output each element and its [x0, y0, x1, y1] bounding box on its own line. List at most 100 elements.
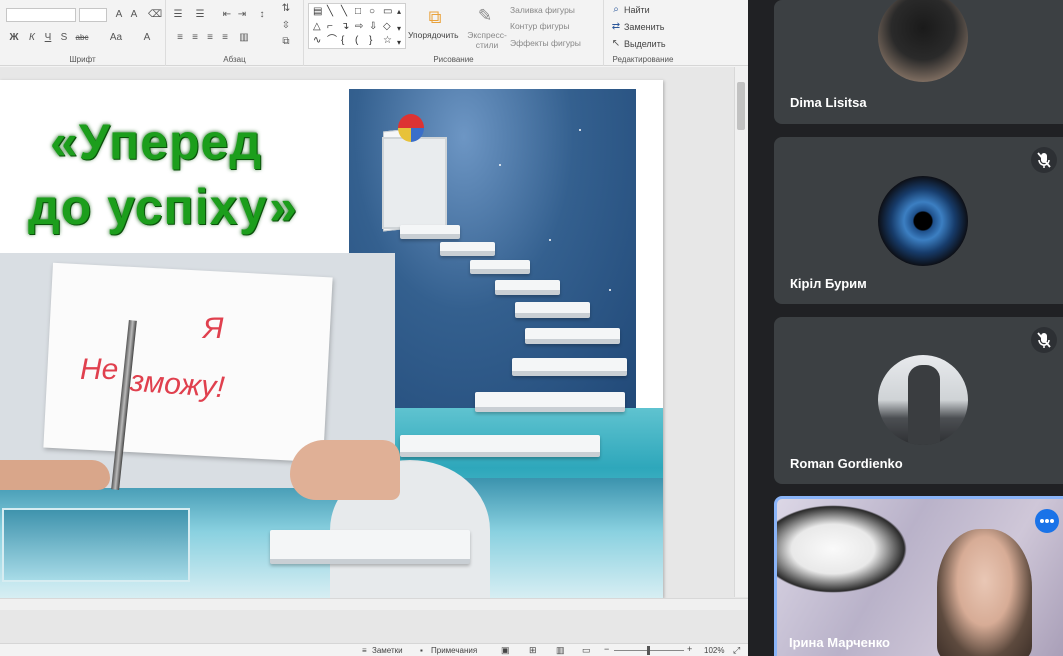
slide-sorter-icon[interactable]: ⊞ [529, 645, 537, 656]
arc-shape-icon[interactable]: ⌒ [327, 36, 337, 46]
gallery-more-icon[interactable]: ▾ [397, 38, 401, 48]
line-spacing-icon[interactable]: ↕ [256, 9, 268, 21]
drawing-group-label: Рисование [433, 55, 474, 64]
triangle-shape-icon[interactable]: △ [313, 22, 321, 32]
vertical-scrollbar[interactable] [734, 67, 748, 597]
horizontal-scrollbar[interactable] [0, 598, 748, 610]
replace-icon[interactable]: ⇄ [610, 21, 622, 33]
butterfly-decoration-image [777, 499, 917, 599]
find-button[interactable]: Найти [624, 5, 650, 15]
zoom-slider-thumb[interactable] [647, 646, 650, 655]
gallery-scroll-down-icon[interactable]: ▾ [397, 24, 401, 34]
participant-tile[interactable]: Roman Gordienko [774, 317, 1063, 484]
zoom-level[interactable]: 102% [704, 646, 724, 655]
bullets-icon[interactable]: ☰ [172, 9, 184, 21]
hooded-figure-image [908, 365, 940, 445]
brace-left-shape-icon[interactable]: { [341, 36, 344, 46]
quick-styles-icon[interactable]: ✎ [474, 5, 496, 27]
align-left-icon[interactable]: ≡ [174, 32, 186, 44]
bold-button[interactable]: Ж [8, 32, 20, 44]
participant-tile[interactable]: Dima Lisitsa [774, 0, 1063, 124]
strikethrough-button[interactable]: abc [73, 32, 91, 44]
flowchart-shape-icon[interactable]: ◇ [383, 22, 391, 32]
numbering-icon[interactable]: ☰ [194, 9, 206, 21]
fit-slide-icon[interactable]: ⤢ [733, 645, 740, 656]
justify-icon[interactable]: ≡ [219, 32, 231, 44]
connector-icon[interactable]: ↴ [341, 22, 349, 32]
rounded-rect-shape-icon[interactable]: ▭ [383, 7, 392, 17]
stair-step [440, 242, 495, 256]
shapes-gallery[interactable]: ▤ ╲ ╲ □ ○ ▭ △ ⌐ ↴ ⇨ ⇩ ◇ ∿ ⌒ { ( } ☆ ▴ ▾ … [308, 3, 406, 49]
italic-button[interactable]: К [26, 32, 38, 44]
columns-icon[interactable]: ▥ [238, 32, 250, 44]
font-name-input[interactable] [6, 8, 76, 22]
smartart-icon[interactable]: ⧉ [280, 36, 292, 48]
more-options-icon[interactable] [1035, 509, 1059, 533]
notes-icon[interactable]: ≡ [362, 646, 367, 655]
comments-button[interactable]: Примечания [431, 646, 477, 655]
font-color-button[interactable]: A [141, 32, 153, 44]
find-icon[interactable]: ⌕ [610, 4, 622, 16]
star [549, 239, 551, 241]
underline-button[interactable]: Ч [42, 32, 54, 44]
line-shape-icon-2[interactable]: ╲ [341, 7, 347, 17]
text-direction-icon[interactable]: ⇅ [280, 3, 292, 15]
increase-indent-icon[interactable]: ⇥ [236, 9, 248, 21]
font-group: A A ⌫ Ж К Ч S abc Aa A Шрифт [0, 0, 166, 66]
shape-fill-button[interactable]: Заливка фигуры [510, 5, 575, 15]
curve-shape-icon[interactable]: ∿ [313, 36, 321, 46]
participant-video-tile[interactable]: Ірина Марченко [774, 496, 1063, 656]
down-arrow-shape-icon[interactable]: ⇩ [369, 22, 377, 32]
stair-step [515, 302, 590, 318]
arrange-button[interactable]: Упорядочить [408, 30, 459, 40]
shape-outline-button[interactable]: Контур фигуры [510, 21, 569, 31]
stair-step [475, 392, 625, 412]
font-size-input[interactable] [79, 8, 107, 22]
zoom-in-icon[interactable]: + [687, 644, 692, 654]
mic-muted-icon [1031, 147, 1057, 173]
select-icon[interactable]: ↖ [610, 38, 622, 50]
slideshow-icon[interactable]: ▭ [582, 645, 591, 656]
align-text-icon[interactable]: ⇳ [280, 20, 292, 32]
reading-view-icon[interactable]: ▥ [556, 645, 565, 656]
comments-icon[interactable]: ▪ [420, 646, 423, 655]
star-shape-icon[interactable]: ☆ [383, 36, 392, 46]
powerpoint-window: A A ⌫ Ж К Ч S abc Aa A Шрифт ☰ ☰ ⇤ ⇥ ↕ ⇅… [0, 0, 748, 656]
note-text-zmozhu: зможу! [128, 364, 226, 405]
clear-format-icon[interactable]: ⌫ [148, 9, 162, 21]
arrange-icon[interactable]: ⧉ [424, 6, 446, 28]
normal-view-icon[interactable]: ▣ [501, 645, 510, 656]
participant-name: Ірина Марченко [789, 635, 890, 650]
select-button[interactable]: Выделить [624, 39, 666, 49]
status-bar: ≡ Заметки ▪ Примечания ▣ ⊞ ▥ ▭ − + 102% … [0, 643, 748, 656]
stair-step [400, 435, 600, 457]
zoom-out-icon[interactable]: − [604, 644, 609, 654]
right-arrow-shape-icon[interactable]: ⇨ [355, 22, 363, 32]
vertical-scroll-thumb[interactable] [737, 82, 745, 130]
slide-title-line2[interactable]: до успіху» [28, 178, 298, 236]
quick-styles-button[interactable]: Экспресс-стили [467, 30, 507, 50]
decrease-indent-icon[interactable]: ⇤ [221, 9, 233, 21]
align-right-icon[interactable]: ≡ [204, 32, 216, 44]
elbow-connector-icon[interactable]: ⌐ [327, 22, 333, 32]
notes-button[interactable]: Заметки [372, 646, 403, 655]
change-case-button[interactable]: Aa [108, 32, 124, 44]
doorway-image [382, 137, 447, 229]
shape-effects-button[interactable]: Эффекты фигуры [510, 38, 581, 48]
rectangle-shape-icon[interactable]: □ [355, 7, 361, 17]
brace-right-shape-icon[interactable]: } [369, 36, 372, 46]
grow-font-icon[interactable]: A [113, 9, 125, 21]
shrink-font-icon[interactable]: A [128, 9, 140, 21]
align-center-icon[interactable]: ≡ [189, 32, 201, 44]
participant-name: Кіріл Бурим [790, 276, 867, 291]
textbox-shape-icon[interactable]: ▤ [313, 7, 322, 17]
line-shape-icon[interactable]: ╲ [327, 7, 333, 17]
shadow-button[interactable]: S [58, 32, 70, 44]
replace-button[interactable]: Заменить [624, 22, 664, 32]
paren-shape-icon[interactable]: ( [355, 36, 358, 46]
slide[interactable]: Я Не зможу! «Уперед до успіху» [0, 80, 663, 598]
oval-shape-icon[interactable]: ○ [369, 7, 375, 17]
gallery-scroll-up-icon[interactable]: ▴ [397, 7, 401, 17]
participant-tile[interactable]: Кіріл Бурим [774, 137, 1063, 304]
slide-title-line1[interactable]: «Уперед [50, 113, 262, 171]
